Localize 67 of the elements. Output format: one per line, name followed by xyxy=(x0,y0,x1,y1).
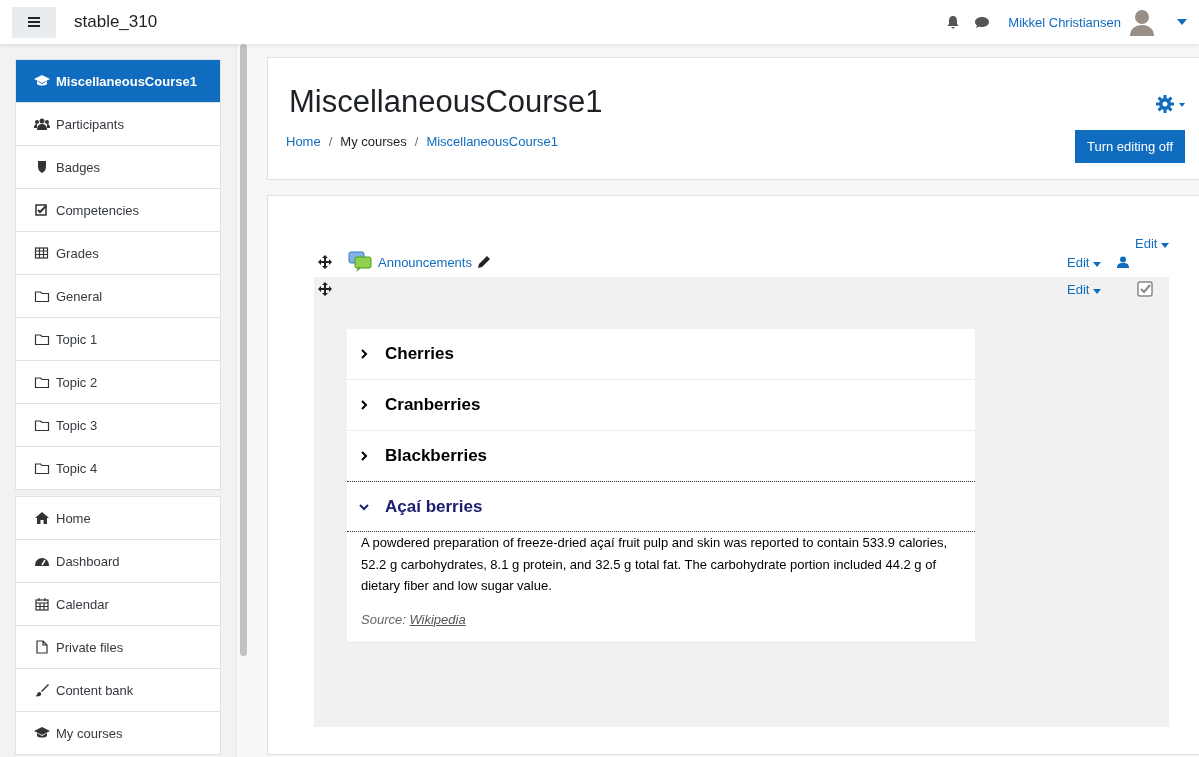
chevron-icon xyxy=(359,349,369,359)
avatar-icon xyxy=(1129,8,1155,36)
calendar-icon xyxy=(34,597,50,611)
editing-toggle-button[interactable]: Turn editing off xyxy=(1075,130,1185,163)
nav-item[interactable]: Home xyxy=(16,497,220,539)
nav-item[interactable]: Participants xyxy=(16,102,220,145)
graduation-cap-icon xyxy=(34,74,50,88)
breadcrumb-current: My courses xyxy=(340,134,407,149)
page-title: MiscellaneousCourse1 xyxy=(289,84,604,120)
move-icon[interactable] xyxy=(318,282,332,296)
activity-link[interactable]: Announcements xyxy=(378,254,472,270)
nav-item[interactable]: MiscellaneousCourse1 xyxy=(16,60,220,102)
body-paragraph: A powdered preparation of freeze-dried açaí fruit pulp and skin was reported to contain 533.9 calories, 52.2 g carbohydrates, 8.1 g protein, and 32.5 g total fat. The carbohydrate portion included 44.2 g of dietary fiber and low sugar value. xyxy=(361,534,949,595)
table-icon xyxy=(34,246,50,260)
folder-icon xyxy=(34,461,50,475)
breadcrumb-link[interactable]: Home xyxy=(286,134,321,149)
user-icon[interactable] xyxy=(1117,256,1129,268)
home-icon xyxy=(34,511,50,525)
nav-item[interactable]: Grades xyxy=(16,231,220,274)
breadcrumb-link[interactable]: MiscellaneousCourse1 xyxy=(426,134,558,149)
nav-item[interactable]: Topic 1 xyxy=(16,317,220,360)
source-link[interactable]: Wikipedia xyxy=(409,611,466,627)
brush-icon xyxy=(34,683,50,697)
file-icon xyxy=(34,640,50,654)
folder-icon xyxy=(34,332,50,346)
caret-icon xyxy=(1093,261,1101,267)
pencil-icon[interactable] xyxy=(477,256,490,268)
nav-item[interactable]: Calendar xyxy=(16,582,220,625)
breadcrumb-separator: / xyxy=(414,134,419,149)
nav-item[interactable]: Badges xyxy=(16,145,220,188)
folder-icon xyxy=(34,289,50,303)
menu-icon xyxy=(28,17,40,27)
chat-icon[interactable] xyxy=(974,15,991,29)
folder-icon xyxy=(34,418,50,432)
nav-item[interactable]: Competencies xyxy=(16,188,220,231)
source-label: Source: xyxy=(361,611,406,627)
completion-checkbox-icon[interactable] xyxy=(1137,281,1153,297)
nav-item[interactable]: Topic 3 xyxy=(16,403,220,446)
nav-item[interactable]: Topic 2 xyxy=(16,360,220,403)
nav-item[interactable]: Private files xyxy=(16,625,220,668)
forum-icon xyxy=(348,251,372,273)
user-name[interactable]: Mikkel Christiansen xyxy=(1008,14,1121,30)
graduation-cap-icon xyxy=(34,726,50,740)
chevron-icon xyxy=(359,451,369,461)
nav-item[interactable]: Content bank xyxy=(16,668,220,711)
nav-item[interactable]: General xyxy=(16,274,220,317)
edit-menu[interactable]: Edit xyxy=(1135,236,1169,251)
breadcrumb-separator: / xyxy=(328,134,333,149)
menu-button[interactable] xyxy=(12,6,56,38)
edit-menu[interactable]: Edit xyxy=(1067,254,1101,270)
caret-icon xyxy=(1161,243,1169,248)
caret-icon xyxy=(1093,288,1101,294)
nav-item[interactable]: My courses xyxy=(16,711,220,754)
caret-icon[interactable] xyxy=(1177,19,1187,25)
scrollbar-thumb[interactable] xyxy=(240,44,247,656)
nav-item[interactable]: Dashboard xyxy=(16,539,220,582)
nav-item[interactable]: Topic 4 xyxy=(16,446,220,489)
edit-menu[interactable]: Edit xyxy=(1067,281,1101,297)
users-icon xyxy=(34,117,50,131)
checkbox-icon xyxy=(34,203,50,217)
chevron-icon xyxy=(359,501,369,512)
folder-icon xyxy=(34,375,50,389)
site-name[interactable]: stable_310 xyxy=(74,12,158,32)
move-icon[interactable] xyxy=(318,255,332,269)
settings-icon[interactable] xyxy=(1155,94,1185,114)
bell-icon[interactable] xyxy=(946,15,961,29)
chevron-icon xyxy=(359,400,369,410)
